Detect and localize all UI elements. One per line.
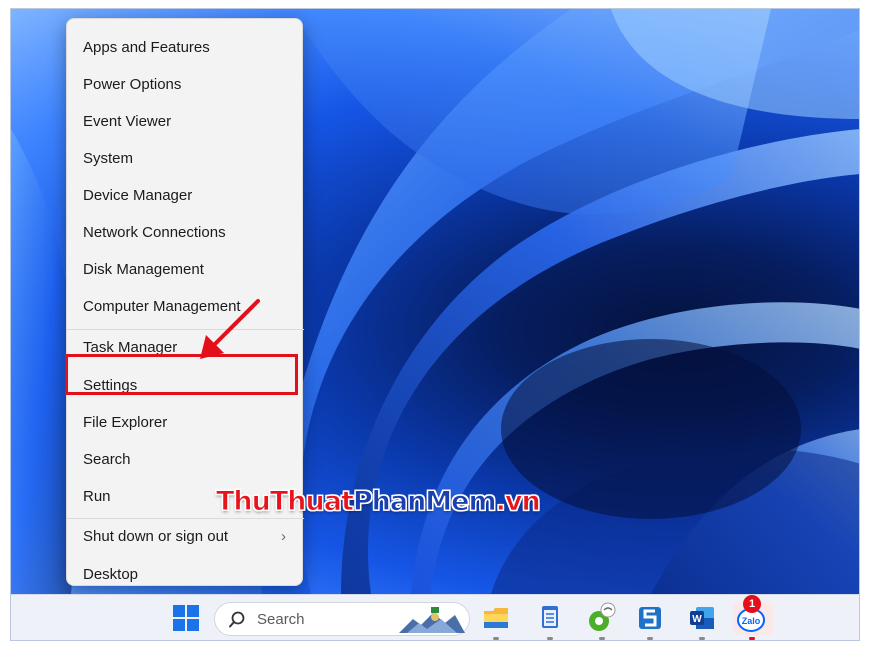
menu-item-apps-and-features[interactable]: Apps and Features (71, 31, 300, 65)
menu-item-file-explorer[interactable]: File Explorer (71, 406, 300, 440)
notification-badge: 1 (743, 595, 761, 613)
running-indicator (547, 637, 553, 640)
menu-item-shut-down-or-sign-out[interactable]: Shut down or sign out › (71, 520, 300, 554)
chevron-right-icon: › (281, 528, 286, 545)
greenshot-icon[interactable] (585, 601, 617, 635)
running-indicator (699, 637, 705, 640)
snagit-icon[interactable] (635, 601, 665, 635)
running-indicator (647, 637, 653, 640)
menu-item-system[interactable]: System (71, 142, 300, 176)
watermark-text: ThuThuatPhanMem.vn (216, 486, 542, 518)
taskbar: Search W Zalo (11, 594, 859, 640)
running-indicator (599, 637, 605, 640)
file-explorer-icon[interactable] (481, 601, 511, 635)
svg-text:Zalo: Zalo (742, 616, 761, 626)
windows-start-icon[interactable] (171, 601, 201, 635)
running-indicator (493, 637, 499, 640)
search-placeholder: Search (257, 611, 305, 628)
menu-item-label: Shut down or sign out (83, 528, 229, 545)
search-highlight-art-icon (399, 607, 465, 633)
menu-item-power-options[interactable]: Power Options (71, 68, 300, 102)
menu-item-event-viewer[interactable]: Event Viewer (71, 105, 300, 139)
notepad-icon[interactable] (535, 601, 565, 635)
svg-text:W: W (692, 614, 702, 625)
menu-item-desktop[interactable]: Desktop (71, 558, 300, 592)
desktop-screen: Apps and Features Power Options Event Vi… (10, 8, 860, 641)
menu-separator (67, 518, 304, 519)
menu-item-network-connections[interactable]: Network Connections (71, 216, 300, 250)
menu-item-search[interactable]: Search (71, 443, 300, 477)
running-indicator (749, 637, 755, 640)
taskbar-search-box[interactable]: Search (214, 602, 470, 636)
menu-item-device-manager[interactable]: Device Manager (71, 179, 300, 213)
red-arrow-icon (200, 299, 260, 359)
search-icon (229, 611, 245, 628)
word-icon[interactable]: W (687, 601, 717, 635)
menu-item-disk-management[interactable]: Disk Management (71, 253, 300, 287)
menu-separator (67, 329, 304, 330)
